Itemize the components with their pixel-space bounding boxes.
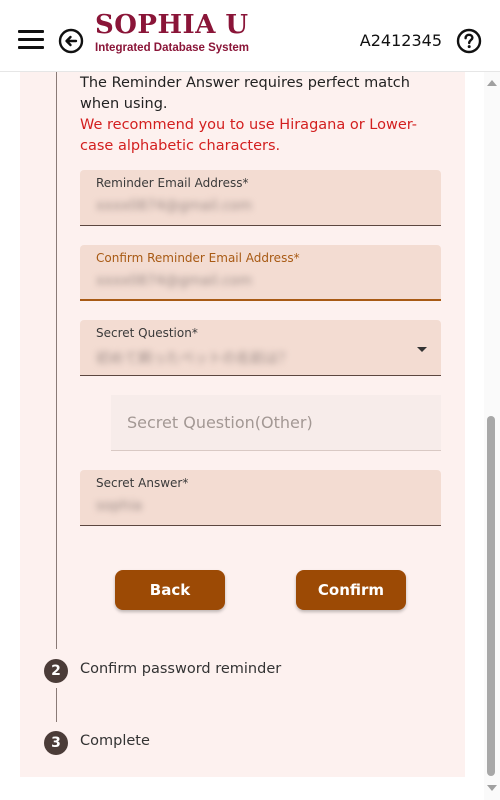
note-warning: We recommend you to use Hiragana or Lowe…	[80, 117, 418, 154]
step-connector	[56, 72, 57, 649]
confirm-email-label: Confirm Reminder Email Address*	[96, 251, 300, 265]
secret-answer-label: Secret Answer*	[96, 476, 189, 490]
help-icon[interactable]	[456, 28, 482, 54]
step-number: 3	[44, 731, 68, 755]
dropdown-arrow-icon[interactable]	[417, 347, 427, 352]
logo-subtitle: Integrated Database System	[95, 42, 250, 54]
logo: SOPHIA U Integrated Database System	[95, 10, 249, 55]
step-label: Confirm password reminder	[80, 661, 282, 677]
note-text: The Reminder Answer requires perfect mat…	[80, 75, 410, 112]
step-number: 2	[44, 659, 68, 683]
back-arrow-icon[interactable]	[58, 28, 84, 54]
logo-title: SOPHIA U	[95, 10, 249, 40]
scrollbar-thumb[interactable]	[487, 416, 495, 776]
confirm-email-field[interactable]: Confirm Reminder Email Address* xxxx0874…	[80, 245, 441, 301]
secret-question-select[interactable]: Secret Question* 初めて飼ったペットの名前は？	[80, 320, 441, 376]
hamburger-icon[interactable]	[18, 30, 44, 50]
scroll-up-arrow-icon[interactable]	[487, 80, 497, 86]
user-id: A2412345	[359, 31, 442, 50]
secret-answer-field[interactable]: Secret Answer* sophia	[80, 470, 441, 526]
secret-question-other-field[interactable]: Secret Question(Other)	[111, 395, 441, 451]
confirm-button[interactable]: Confirm	[296, 570, 406, 610]
secret-answer-value[interactable]: sophia	[96, 498, 142, 514]
back-button[interactable]: Back	[115, 570, 225, 610]
confirm-email-value[interactable]: xxxx0874@gmail.com	[96, 273, 252, 289]
step-connector	[56, 688, 57, 722]
secret-question-value[interactable]: 初めて飼ったペットの名前は？	[96, 348, 292, 368]
step-label: Complete	[80, 733, 150, 749]
secret-question-other-placeholder: Secret Question(Other)	[127, 413, 313, 432]
reminder-email-value[interactable]: xxxx0874@gmail.com	[96, 198, 252, 214]
reminder-email-field[interactable]: Reminder Email Address* xxxx0874@gmail.c…	[80, 170, 441, 226]
app-header: SOPHIA U Integrated Database System A241…	[0, 0, 500, 72]
scroll-down-arrow-icon[interactable]	[487, 785, 497, 791]
secret-question-label: Secret Question*	[96, 326, 198, 340]
reminder-note: The Reminder Answer requires perfect mat…	[80, 72, 440, 157]
reminder-email-label: Reminder Email Address*	[96, 176, 249, 190]
